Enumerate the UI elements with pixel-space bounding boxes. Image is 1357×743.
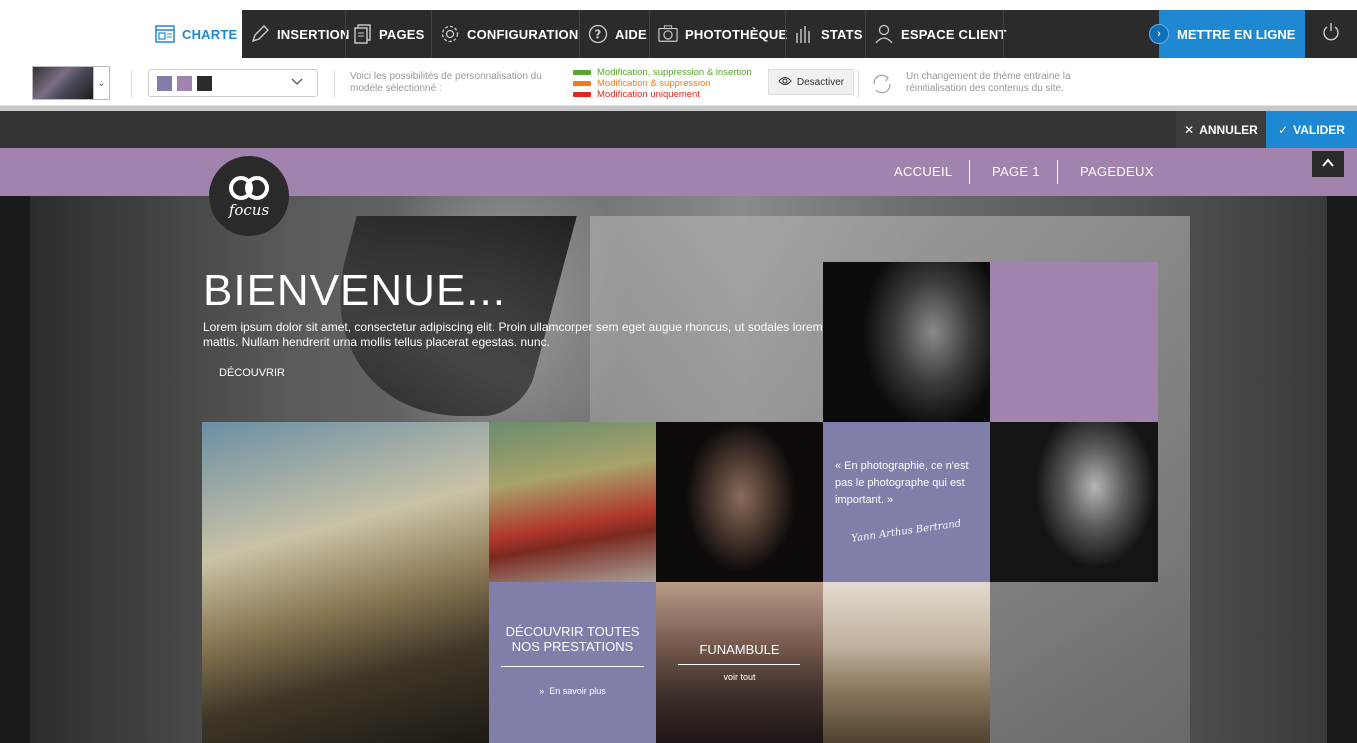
eye-icon	[778, 76, 792, 89]
menu-phototheque-label: PHOTOTHÈQUE	[685, 26, 788, 42]
services-title: DÉCOUVRIR TOUTES NOS PRESTATIONS	[505, 624, 640, 654]
top-menubar: CHARTE INSERTION PAGES CONFIGURATION ? A…	[0, 0, 1357, 58]
menu-pages-label: PAGES	[379, 26, 425, 42]
color-palette-select[interactable]	[148, 69, 318, 97]
menu-configuration-label: CONFIGURATION	[467, 26, 579, 42]
menu-configuration[interactable]: CONFIGURATION	[432, 10, 580, 58]
layout-icon	[155, 24, 175, 44]
user-icon	[874, 24, 894, 44]
menu-charte-label: CHARTE	[182, 26, 238, 42]
site-preview: ACCUEIL PAGE 1 PAGEDEUX focus BIENVENUE.…	[0, 148, 1357, 743]
site-logo[interactable]: focus	[209, 156, 289, 236]
menu-espace-client-label: ESPACE CLIENT	[901, 26, 1007, 42]
publish-label: METTRE EN LIGNE	[1177, 26, 1296, 42]
arrow-right-icon: ›	[1149, 24, 1169, 44]
menu-stats-label: STATS	[821, 26, 863, 42]
logo-text: focus	[228, 201, 270, 219]
validate-label: VALIDER	[1293, 122, 1345, 137]
power-icon	[1321, 22, 1341, 47]
theme-thumbnail-select[interactable]: ⌄	[32, 66, 110, 100]
services-tile[interactable]: DÉCOUVRIR TOUTES NOS PRESTATIONS » En sa…	[489, 582, 656, 743]
gear-icon	[440, 24, 460, 44]
legend-item: Modification & suppression	[573, 78, 752, 89]
pages-icon	[354, 24, 372, 44]
hero-discover-link[interactable]: DÉCOUVRIR	[219, 367, 285, 379]
photo-tile-woman-hat[interactable]	[489, 422, 656, 582]
validate-button[interactable]: ✓ VALIDER	[1266, 111, 1357, 148]
palette-swatch-3	[197, 75, 212, 91]
power-button[interactable]	[1305, 10, 1357, 58]
nav-link-accueil[interactable]: ACCUEIL	[894, 164, 952, 179]
theme-thumbnail	[32, 66, 94, 100]
menu-charte[interactable]: CHARTE	[147, 10, 242, 58]
help-icon: ?	[588, 24, 608, 44]
gallery-link[interactable]: voir tout	[656, 672, 823, 682]
double-chevron-right-icon: »	[539, 686, 550, 696]
logo-mark-icon	[229, 176, 269, 200]
quote-tile: « En photographie, ce n'est pas le photo…	[823, 422, 990, 582]
palette-swatch-2	[177, 75, 192, 91]
publish-button[interactable]: › METTRE EN LIGNE	[1149, 10, 1305, 58]
menu-insertion-label: INSERTION	[277, 26, 350, 42]
photo-tile-portrait-man[interactable]	[656, 422, 823, 582]
menu-insertion[interactable]: INSERTION	[242, 10, 349, 58]
pencil-icon	[250, 24, 270, 44]
nav-link-page-1[interactable]: PAGE 1	[992, 164, 1040, 179]
action-bar: ✕ ANNULER ✓ VALIDER	[0, 106, 1357, 148]
menu-pages[interactable]: PAGES	[346, 10, 432, 58]
legend-item: Modification uniquement	[573, 89, 752, 100]
customization-text: Voici les possibilités de personnalisati…	[350, 71, 542, 94]
deactivate-button[interactable]: Desactiver	[768, 69, 854, 95]
menu-espace-client[interactable]: ESPACE CLIENT	[866, 10, 1007, 58]
services-link[interactable]: » En savoir plus	[489, 686, 656, 696]
cancel-button[interactable]: ✕ ANNULER	[1176, 111, 1266, 148]
chevron-down-icon: ⌄	[94, 66, 110, 100]
check-icon: ✓	[1278, 122, 1289, 137]
hero-text: Lorem ipsum dolor sit amet, consectetur …	[203, 320, 823, 349]
theme-warning-text: Un changement de thème entraine la réini…	[906, 71, 1071, 94]
theme-toolbar: ⌄ Voici les possibilités de personnalisa…	[0, 58, 1357, 106]
stats-icon	[794, 24, 814, 44]
photo-tile-bridge[interactable]	[202, 422, 489, 743]
cancel-label: ANNULER	[1199, 122, 1258, 137]
quote-text: « En photographie, ce n'est pas le photo…	[835, 460, 969, 506]
gallery-title: FUNAMBULE	[699, 642, 780, 657]
legend-item: Modification, suppression & insertion	[573, 67, 752, 78]
chevron-up-icon	[1322, 157, 1334, 171]
permission-legend: Modification, suppression & insertion Mo…	[573, 67, 752, 100]
site-navigation: ACCUEIL PAGE 1 PAGEDEUX	[0, 148, 1357, 196]
svg-text:?: ?	[594, 28, 601, 42]
menu-aide-label: AIDE	[615, 26, 647, 42]
nav-link-pagedeux[interactable]: PAGEDEUX	[1080, 164, 1154, 179]
refresh-icon	[870, 72, 894, 96]
photo-tile-dancer[interactable]	[823, 582, 990, 743]
chevron-down-icon	[291, 75, 303, 90]
hero-title: BIENVENUE...	[203, 266, 506, 315]
palette-swatch-1	[157, 75, 172, 91]
photo-tile-portrait-face[interactable]	[990, 422, 1158, 582]
color-tile	[990, 262, 1158, 422]
menu-stats[interactable]: STATS	[786, 10, 866, 58]
photo-tile-portrait-woman[interactable]	[823, 262, 990, 422]
close-icon: ✕	[1184, 122, 1195, 137]
deactivate-label: Desactiver	[796, 76, 845, 88]
quote-author: Yann Arthus Bertrand	[850, 518, 962, 545]
collapse-button[interactable]	[1312, 151, 1344, 177]
camera-icon	[658, 24, 678, 44]
menu-phototheque[interactable]: PHOTOTHÈQUE	[650, 10, 788, 58]
menu-aide[interactable]: ? AIDE	[580, 10, 650, 58]
gallery-tile[interactable]: FUNAMBULE voir tout	[656, 582, 823, 743]
